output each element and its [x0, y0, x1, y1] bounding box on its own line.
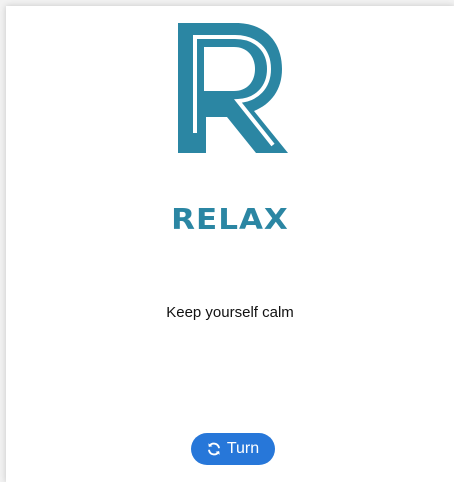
r-monogram-logo — [178, 23, 288, 153]
flip-card: RELAX Keep yourself calm Turn — [6, 6, 454, 482]
brand-wordmark: RELAX — [171, 203, 289, 237]
turn-button-label: Turn — [226, 440, 260, 457]
turn-button[interactable]: Turn — [191, 433, 275, 465]
sync-icon — [207, 442, 221, 456]
tagline: Keep yourself calm — [166, 304, 294, 321]
